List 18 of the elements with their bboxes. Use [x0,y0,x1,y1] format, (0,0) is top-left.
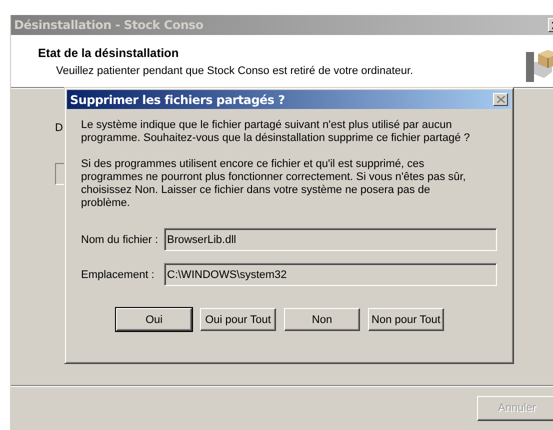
header-subtitle: Veuillez patienter pendant que Stock Conso est retiré de votre ordinateur. [56,65,414,77]
input-field[interactable]: C:\WINDOWS\system32 [164,263,497,286]
dialog-button[interactable]: Non pour Tout [368,308,444,331]
message-text: Si des programmes utilisent encore ce fichier et qu'il est supprimé, ces programmes ne pourront plus fonctionner correctement. Si vous n'êtes pas sûr, choisissez Non. Laisser ce fichier dans votre système ne posera pas de problème. [81,158,467,210]
field-label: Nom du fichier : [81,234,160,246]
dialog-button[interactable]: Oui [116,308,192,331]
dialog-title: Supprimer les fichiers partagés ? [70,92,285,106]
input-field[interactable]: BrowserLib.dll [164,228,497,251]
status-text: D [55,122,63,134]
message-text: Le système indique que le fichier partagé suivant n'est plus utilisé par aucun programme. Souhaitez-vous que la désinstallation supprime ce fichier partagé ? [81,119,471,145]
field-label: Emplacement : [81,268,156,280]
dialog-button[interactable]: Oui pour Tout [200,308,276,331]
package-icon [526,48,553,84]
header-title: Etat de la désinstallation [38,46,180,60]
close-icon [496,96,504,103]
close-button[interactable] [493,93,508,106]
window-title: Désinstallation - Stock Conso [14,18,204,32]
dialog-button[interactable]: Non [284,308,360,331]
